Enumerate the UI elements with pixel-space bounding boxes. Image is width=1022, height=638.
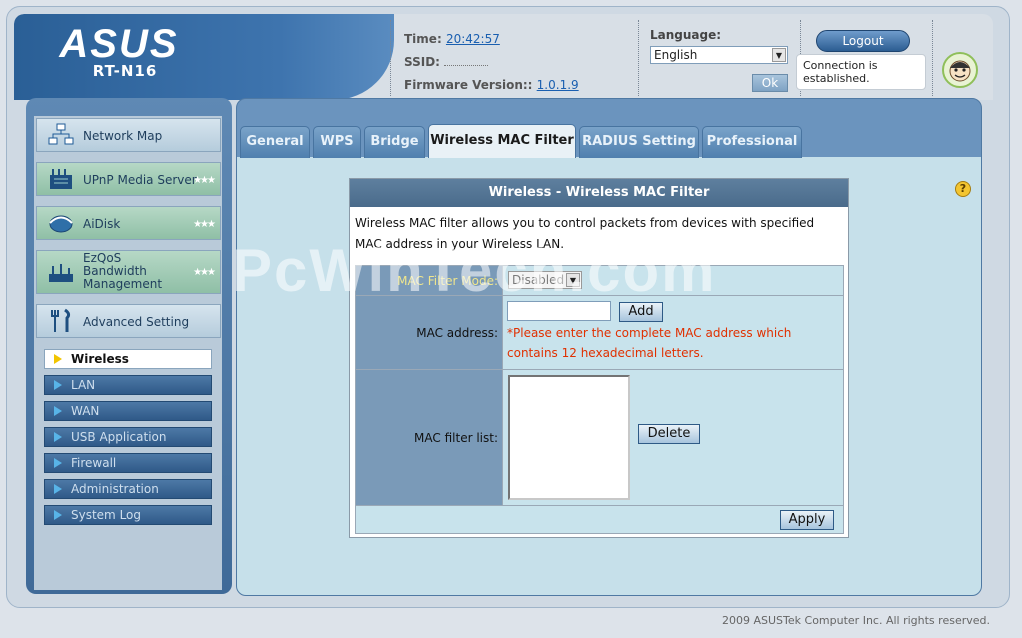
triangle-right-icon bbox=[54, 510, 62, 520]
sidebar-subitem-administration[interactable]: Administration bbox=[44, 479, 212, 499]
sidebar-subitem-label: Firewall bbox=[71, 456, 117, 470]
add-button[interactable]: Add bbox=[619, 302, 663, 322]
header-divider bbox=[638, 20, 639, 96]
mac-address-input[interactable] bbox=[507, 301, 611, 321]
header-divider bbox=[932, 20, 933, 96]
star-icon: ★★★ bbox=[193, 267, 216, 278]
delete-button[interactable]: Delete bbox=[638, 424, 700, 444]
sidebar-item-label: Network Map bbox=[83, 129, 163, 143]
sidebar-subitem-usb-application[interactable]: USB Application bbox=[44, 427, 212, 447]
avatar-icon bbox=[942, 52, 978, 88]
time-link[interactable]: 20:42:57 bbox=[446, 32, 500, 46]
mac-address-warning: *Please enter the complete MAC address w… bbox=[507, 326, 792, 360]
network-map-icon bbox=[48, 123, 74, 145]
star-icon: ★★★ bbox=[193, 219, 216, 230]
triangle-right-icon bbox=[54, 484, 62, 494]
logo-area: ASUS RT-N16 bbox=[14, 14, 394, 100]
mac-list-label: MAC filter list: bbox=[355, 369, 503, 506]
sidebar-subitem-firewall[interactable]: Firewall bbox=[44, 453, 212, 473]
tab-bridge[interactable]: Bridge bbox=[364, 126, 425, 158]
tab-radius-setting[interactable]: RADIUS Setting bbox=[579, 126, 699, 158]
language-select[interactable]: English ▼ bbox=[650, 46, 788, 64]
mac-address-label: MAC address: bbox=[355, 295, 503, 370]
triangle-right-icon bbox=[54, 458, 62, 468]
disk-icon bbox=[49, 215, 73, 233]
triangle-right-icon bbox=[54, 354, 62, 364]
qos-icon bbox=[49, 264, 73, 282]
mac-list-cell: Delete bbox=[502, 369, 844, 506]
header: ASUS RT-N16 Time: 20:42:57 SSID: Firmwar… bbox=[14, 14, 993, 100]
tab-wireless-mac-filter[interactable]: Wireless MAC Filter bbox=[428, 124, 576, 158]
apply-button[interactable]: Apply bbox=[780, 510, 834, 530]
sidebar-item-upnp-media-server[interactable]: UPnP Media Server ★★★ bbox=[36, 162, 221, 196]
tab-general[interactable]: General bbox=[240, 126, 310, 158]
mac-filter-form: MAC Filter Mode: Disabled ▼ MAC address:… bbox=[355, 265, 844, 534]
tab-wps[interactable]: WPS bbox=[313, 126, 361, 158]
help-icon[interactable]: ? bbox=[955, 181, 971, 197]
model-name: RT-N16 bbox=[92, 62, 158, 80]
connection-status: Connection is established. bbox=[796, 54, 926, 90]
sidebar-item-label: Advanced Setting bbox=[83, 315, 190, 329]
filter-mode-label: MAC Filter Mode: bbox=[355, 265, 503, 296]
filter-mode-cell: Disabled ▼ bbox=[502, 265, 844, 296]
sidebar-subitem-label: LAN bbox=[71, 378, 96, 392]
header-divider bbox=[390, 20, 391, 96]
sidebar-item-label: EzQoS Bandwidth Management bbox=[83, 251, 163, 291]
filter-mode-select[interactable]: Disabled ▼ bbox=[508, 271, 582, 289]
brand-logo: ASUS bbox=[59, 22, 179, 66]
logout-button[interactable]: Logout bbox=[816, 30, 910, 52]
triangle-right-icon bbox=[54, 380, 62, 390]
mac-address-cell: Add *Please enter the complete MAC addre… bbox=[502, 295, 844, 370]
language-label: Language: bbox=[650, 28, 722, 42]
chevron-down-icon[interactable]: ▼ bbox=[566, 273, 580, 287]
sidebar-item-ezqos[interactable]: EzQoS Bandwidth Management ★★★ bbox=[36, 250, 221, 294]
sidebar-subitem-label: WAN bbox=[71, 404, 100, 418]
tools-icon bbox=[51, 308, 71, 332]
language-selected: English bbox=[654, 48, 698, 62]
star-icon: ★★★ bbox=[193, 175, 216, 186]
sidebar-item-label: UPnP Media Server bbox=[83, 173, 197, 187]
sidebar-subitem-lan[interactable]: LAN bbox=[44, 375, 212, 395]
panel-title: Wireless - Wireless MAC Filter bbox=[350, 179, 848, 207]
sidebar-item-aidisk[interactable]: AiDisk ★★★ bbox=[36, 206, 221, 240]
firmware-link[interactable]: 1.0.1.9 bbox=[537, 78, 579, 92]
sidebar-item-network-map[interactable]: Network Map bbox=[36, 118, 221, 152]
sidebar-subitem-wan[interactable]: WAN bbox=[44, 401, 212, 421]
chevron-down-icon[interactable]: ▼ bbox=[772, 48, 786, 62]
sidebar-subitem-wireless[interactable]: Wireless bbox=[44, 349, 212, 369]
time-label: Time: bbox=[404, 32, 442, 46]
firmware-label: Firmware Version:: bbox=[404, 78, 533, 92]
triangle-right-icon bbox=[54, 432, 62, 442]
mac-filter-panel: Wireless - Wireless MAC Filter Wireless … bbox=[349, 178, 849, 538]
apply-row: Apply bbox=[355, 505, 844, 534]
sidebar-subitem-label: Administration bbox=[71, 482, 159, 496]
tab-professional[interactable]: Professional bbox=[702, 126, 802, 158]
mac-filter-list[interactable] bbox=[508, 375, 630, 500]
sidebar-item-label: AiDisk bbox=[83, 217, 121, 231]
sidebar-subitem-system-log[interactable]: System Log bbox=[44, 505, 212, 525]
media-server-icon bbox=[50, 169, 72, 189]
ssid-value bbox=[444, 65, 489, 66]
language-box: Language: English ▼ Ok bbox=[650, 28, 800, 92]
sidebar-item-advanced-setting[interactable]: Advanced Setting bbox=[36, 304, 221, 338]
ok-button[interactable]: Ok bbox=[752, 74, 788, 92]
ssid-label: SSID: bbox=[404, 55, 440, 69]
triangle-right-icon bbox=[54, 406, 62, 416]
filter-mode-value: Disabled bbox=[512, 273, 565, 287]
panel-description: Wireless MAC filter allows you to contro… bbox=[355, 216, 815, 251]
status-info: Time: 20:42:57 SSID: Firmware Version:: … bbox=[404, 28, 579, 97]
sidebar-subitem-label: USB Application bbox=[71, 430, 167, 444]
sidebar-subitem-label: System Log bbox=[71, 508, 141, 522]
footer-copyright: 2009 ASUSTek Computer Inc. All rights re… bbox=[722, 614, 990, 627]
sidebar-subitem-label: Wireless bbox=[71, 352, 129, 366]
